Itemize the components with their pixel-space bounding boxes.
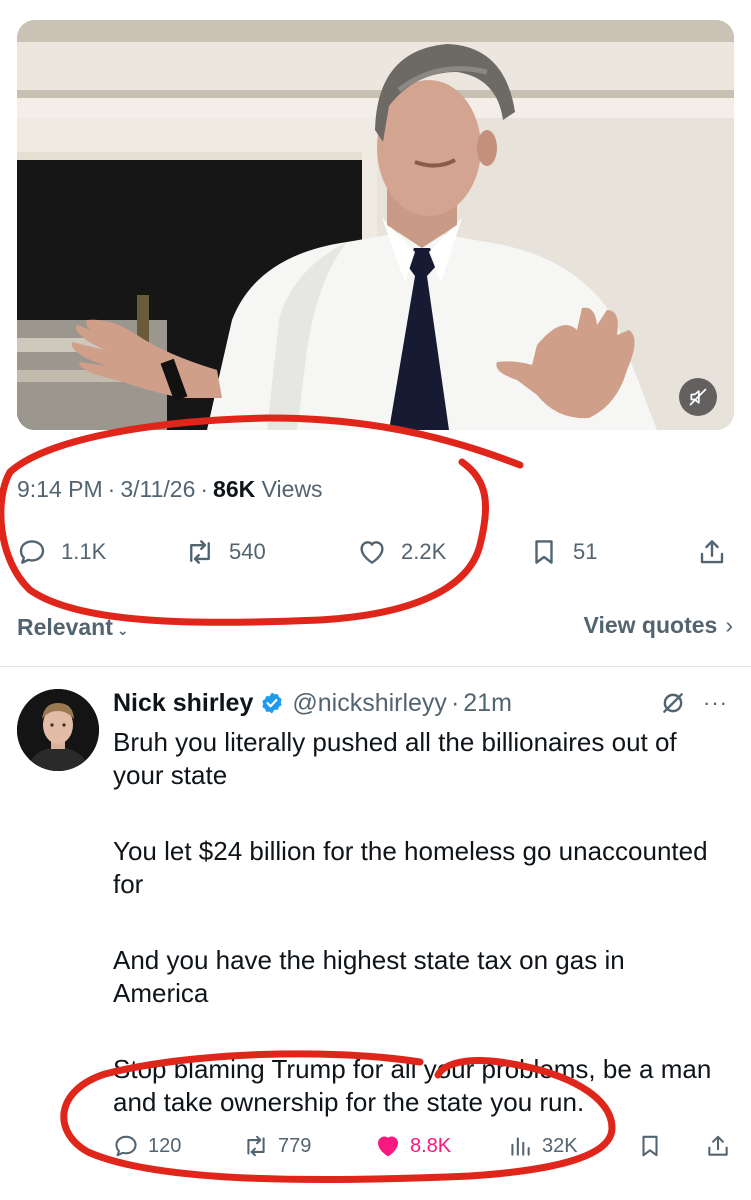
reply-repost-button[interactable]: 779 bbox=[243, 1128, 311, 1164]
author-name[interactable]: Nick shirley bbox=[113, 689, 253, 718]
post-action-bar: 1.1K 540 2.2K 51 bbox=[17, 532, 733, 572]
bookmark-button[interactable]: 51 bbox=[529, 532, 597, 572]
views-count: 86K bbox=[213, 476, 256, 502]
bookmark-icon bbox=[535, 540, 553, 564]
reply-body: Bruh you literally pushed all the billio… bbox=[113, 726, 723, 1119]
grok-slash-icon bbox=[663, 693, 683, 713]
share-upload-icon bbox=[700, 540, 724, 564]
repost-count: 540 bbox=[229, 539, 266, 564]
reply-count: 1.1K bbox=[61, 539, 107, 564]
reply-action-bar: 120 779 8.8K 32K bbox=[113, 1128, 733, 1164]
more-options-icon[interactable]: ··· bbox=[703, 690, 728, 716]
like-count: 2.2K bbox=[401, 539, 447, 564]
view-quotes-label: View quotes bbox=[583, 612, 718, 638]
share-upload-icon bbox=[708, 1135, 728, 1156]
views-label: Views bbox=[261, 476, 323, 502]
section-divider bbox=[0, 666, 751, 667]
reply-views-count: 32K bbox=[542, 1134, 578, 1157]
reply-header: Nick shirley @nickshirleyy · 21m bbox=[113, 686, 512, 720]
reply-repost-count: 779 bbox=[278, 1134, 312, 1157]
mute-toggle-button[interactable] bbox=[679, 378, 717, 416]
reply-paragraph: Stop blaming Trump for all your problems… bbox=[113, 1054, 712, 1117]
replies-sort-row: Relevant ⌄ View quotes › bbox=[17, 608, 733, 642]
grok-button[interactable] bbox=[660, 690, 686, 721]
author-handle[interactable]: @nickshirleyy bbox=[292, 689, 447, 718]
verified-badge-icon bbox=[260, 691, 284, 715]
reply-views-button[interactable]: 32K bbox=[507, 1128, 578, 1164]
reply-paragraph: And you have the highest state tax on ga… bbox=[113, 945, 625, 1008]
reply-like-count: 8.8K bbox=[410, 1134, 452, 1157]
post-date: 3/11/26 bbox=[120, 476, 196, 502]
bookmark-count: 51 bbox=[573, 539, 598, 564]
comment-bubble-icon bbox=[115, 1135, 137, 1157]
heart-icon bbox=[377, 1136, 399, 1157]
repost-arrows-icon bbox=[190, 540, 210, 564]
comment-bubble-icon bbox=[19, 540, 45, 564]
sort-dropdown[interactable]: Relevant ⌄ bbox=[17, 614, 129, 641]
meta-separator: · bbox=[107, 476, 116, 502]
heart-icon bbox=[360, 541, 384, 564]
reply-paragraph: Bruh you literally pushed all the billio… bbox=[113, 727, 677, 790]
bar-chart-icon bbox=[511, 1137, 530, 1156]
reply-reply-count: 120 bbox=[148, 1134, 182, 1157]
share-button[interactable] bbox=[697, 532, 727, 572]
annotation-circle-post-stats bbox=[0, 414, 524, 626]
chevron-down-icon: ⌄ bbox=[116, 622, 129, 638]
repost-arrows-icon bbox=[247, 1135, 265, 1157]
reply-bookmark-button[interactable] bbox=[637, 1128, 663, 1164]
reply-like-button[interactable]: 8.8K bbox=[375, 1128, 451, 1164]
like-button[interactable]: 2.2K bbox=[357, 532, 446, 572]
avatar[interactable] bbox=[17, 689, 99, 771]
sort-label: Relevant bbox=[17, 614, 113, 640]
header-separator: · bbox=[450, 688, 460, 717]
chevron-right-icon: › bbox=[725, 612, 733, 638]
reply-reply-button[interactable]: 120 bbox=[113, 1128, 181, 1164]
reply-time[interactable]: 21m bbox=[463, 689, 512, 718]
meta-separator: · bbox=[200, 476, 209, 502]
reply-share-button[interactable] bbox=[705, 1128, 731, 1164]
reply-paragraph: You let $24 billion for the homeless go … bbox=[113, 836, 708, 899]
video-player[interactable] bbox=[17, 20, 734, 430]
bookmark-icon bbox=[642, 1135, 658, 1157]
speaker-muted-icon bbox=[689, 388, 707, 406]
view-quotes-link[interactable]: View quotes › bbox=[584, 612, 733, 639]
post-meta: 9:14 PM · 3/11/26 · 86K Views bbox=[17, 476, 323, 503]
video-frame-image bbox=[17, 20, 734, 430]
repost-button[interactable]: 540 bbox=[185, 532, 266, 572]
avatar-image bbox=[17, 689, 99, 771]
reply-button[interactable]: 1.1K bbox=[17, 532, 106, 572]
post-time: 9:14 PM bbox=[17, 476, 103, 502]
